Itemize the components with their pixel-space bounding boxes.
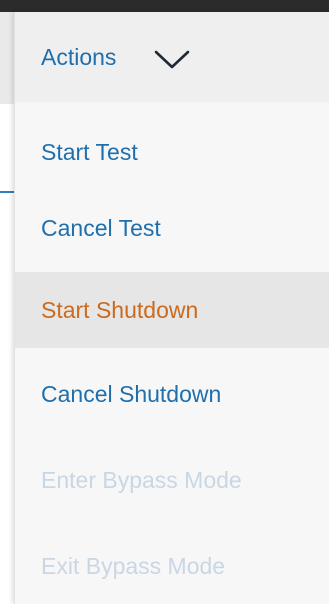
menu-item-label: Exit Bypass Mode [41,552,226,579]
menu-item-start-test[interactable]: Start Test [15,114,329,190]
menu-item-start-shutdown[interactable]: Start Shutdown [15,272,329,348]
top-bar [0,0,329,12]
actions-dropdown-menu: Actions Start Test Cancel Test Start Shu… [14,12,329,604]
background-header-shade [0,12,14,104]
menu-item-label: Cancel Shutdown [41,380,222,407]
menu-item-cancel-test[interactable]: Cancel Test [15,190,329,266]
menu-item-label: Start Shutdown [41,296,199,323]
background-page-edge [0,12,14,604]
actions-dropdown-title: Actions [41,44,117,70]
menu-item-label: Start Test [41,138,138,165]
menu-item-cancel-shutdown[interactable]: Cancel Shutdown [15,356,329,432]
menu-item-label: Cancel Test [41,214,161,241]
menu-item-exit-bypass-mode: Exit Bypass Mode [15,528,329,604]
chevron-down-icon [154,50,190,69]
background-divider [0,191,14,193]
menu-item-enter-bypass-mode: Enter Bypass Mode [15,442,329,518]
actions-dropdown-toggle[interactable]: Actions [15,12,329,102]
menu-item-label: Enter Bypass Mode [41,466,242,493]
